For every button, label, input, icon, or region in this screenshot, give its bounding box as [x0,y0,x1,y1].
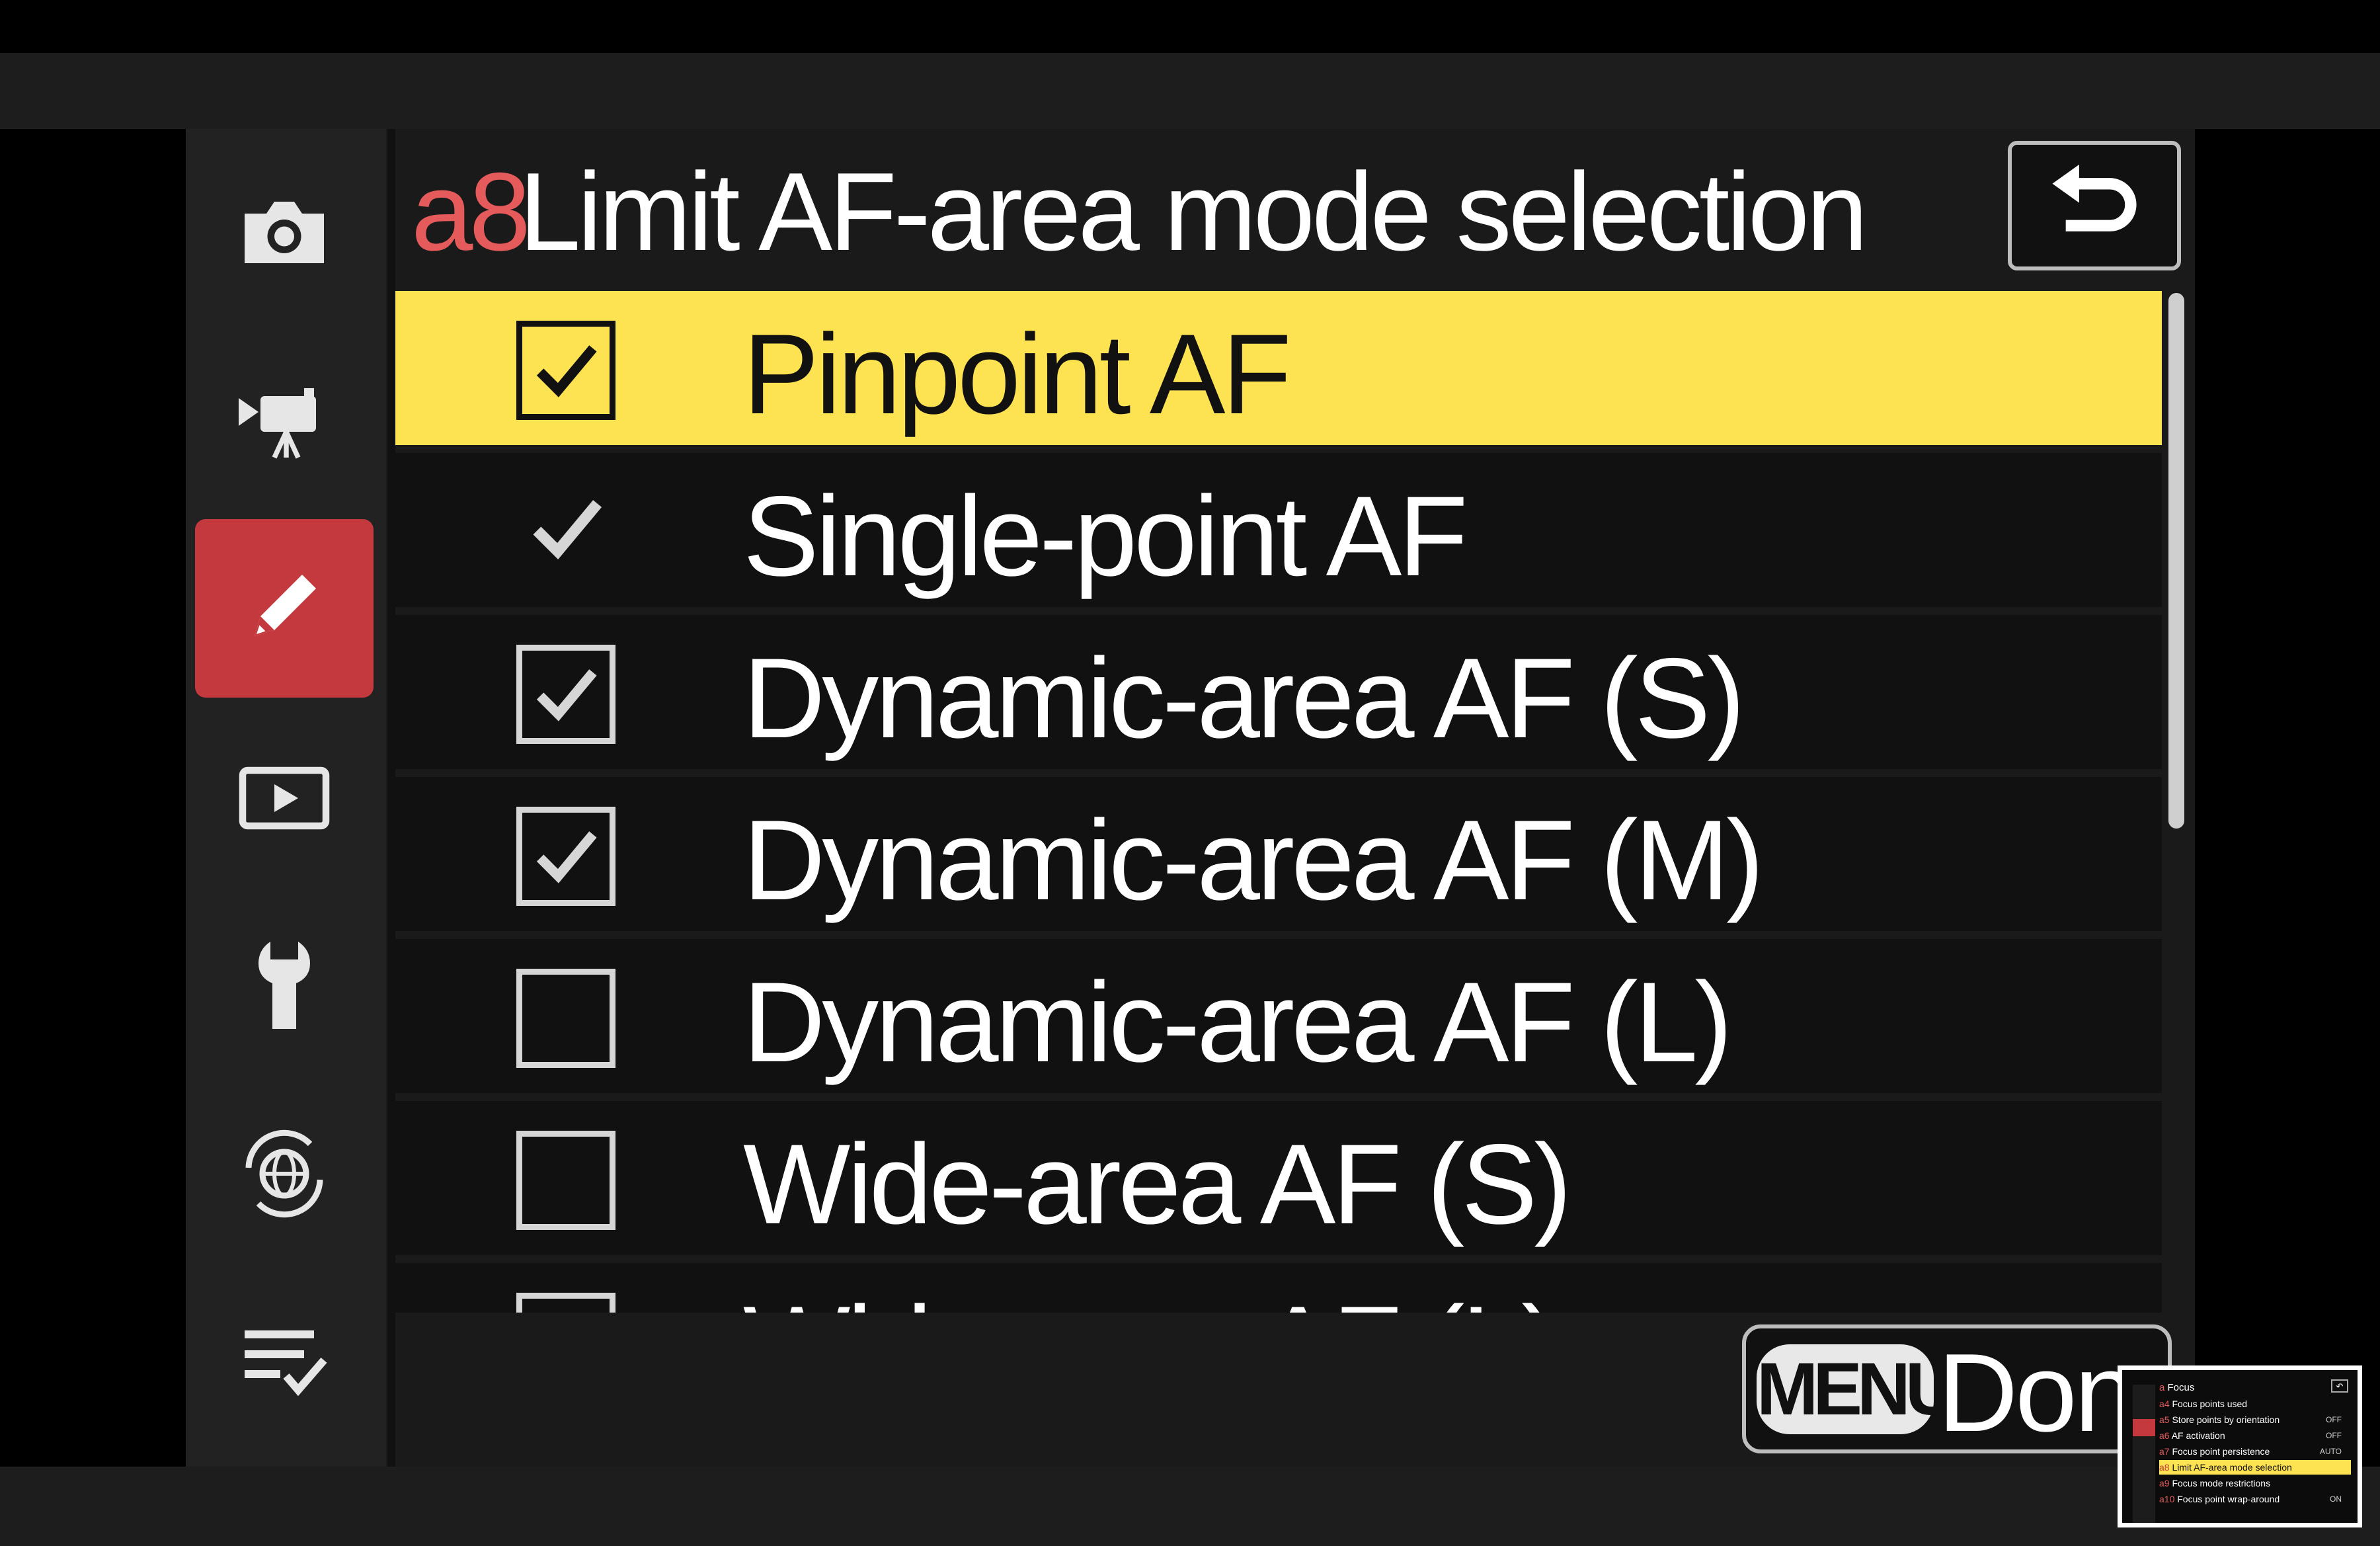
list-item-label: Single-point AF [743,473,1468,600]
thumbnail-row-code: a6 [2159,1430,2170,1441]
top-bezel [0,53,2380,129]
back-button[interactable] [2008,141,2181,270]
thumbnail-row-label: Focus point persistence [2172,1446,2270,1457]
return-arrow-icon [2052,164,2137,231]
menu-item-code: a8 [411,149,531,274]
tab-custom-settings[interactable] [195,519,374,698]
check-icon [536,669,597,721]
top-letterbox [0,0,2380,53]
thumbnail-row-label: Focus points used [2172,1399,2248,1409]
network-globe-icon [245,1129,323,1218]
checkbox[interactable] [516,1131,615,1230]
bottom-bezel [0,1467,2380,1546]
checkbox[interactable] [516,1293,615,1313]
thumbnail-row: a7 Focus point persistence AUTO [2159,1444,2351,1459]
list-item-label: Wide-area AF (S) [743,1121,1572,1248]
movie-camera-icon [239,388,316,459]
thumbnail-row-label: Focus mode restrictions [2172,1478,2271,1488]
list-item-label: Dynamic-area AF (S) [743,635,1745,762]
thumbnail-header-title: Focus [2167,1382,2195,1393]
wrench-icon [258,942,310,1029]
scrollbar-thumb[interactable] [2168,293,2184,829]
list-item-dynamic-area-af-l[interactable]: Dynamic-area AF (L) [395,939,2162,1093]
thumbnail-row-value: ON [2330,1494,2342,1504]
list-item-dynamic-area-af-s[interactable]: Dynamic-area AF (S) [395,615,2162,769]
list-item-label: Dynamic-area AF (L) [743,959,1733,1086]
list-item-single-point-af[interactable]: Single-point AF [395,453,2162,607]
thumbnail-back-icon: ↶ [2331,1379,2348,1393]
pencil-icon [255,575,316,636]
tab-network[interactable] [195,1084,374,1263]
tab-setup[interactable] [195,896,374,1075]
tab-playback[interactable] [195,709,374,887]
thumbnail-active-tab [2133,1419,2155,1436]
list-item-dynamic-area-af-m[interactable]: Dynamic-area AF (M) [395,777,2162,931]
checkbox[interactable] [516,969,615,1068]
thumbnail-row-code: a9 [2159,1478,2170,1488]
thumbnail-row-code: a10 [2159,1494,2175,1504]
checkbox[interactable] [516,321,615,420]
thumbnail-row-selected: a8 Limit AF-area mode selection [2159,1460,2351,1475]
focus-menu-thumbnail: a Focus ↶ a4 Focus points used a5 Store … [2118,1365,2362,1527]
check-icon [536,345,597,397]
thumbnail-row-label: Store points by orientation [2172,1414,2280,1425]
menu-key-label: MENU [1757,1344,1959,1434]
thumbnail-row-value: OFF [2326,1431,2342,1440]
thumbnail-header: a Focus [2159,1382,2194,1393]
check-icon [536,831,597,883]
list-item-wide-area-af-s[interactable]: Wide-area AF (S) [395,1101,2162,1255]
page-title: Limit AF-area mode selection [519,149,1868,274]
thumbnail-row: a10 Focus point wrap-around ON [2159,1492,2351,1506]
thumbnail-row: a4 Focus points used [2159,1397,2351,1411]
list-item-label: Pinpoint AF [743,311,1292,438]
thumbnail-row: a5 Store points by orientation OFF [2159,1412,2351,1427]
my-menu-icon [245,1330,327,1397]
thumbnail-row-value: OFF [2326,1415,2342,1424]
thumbnail-row-code: a5 [2159,1414,2170,1425]
list-item-wide-area-af-l[interactable]: Wide-area AF (L) [395,1263,2162,1313]
playback-icon [239,766,330,830]
fixed-check-icon [533,500,602,560]
list-item-pinpoint-af[interactable]: Pinpoint AF [395,291,2162,445]
thumbnail-sidebar [2133,1385,2155,1523]
thumbnail-row-label: Limit AF-area mode selection [2172,1462,2292,1473]
thumbnail-row-code: a7 [2159,1446,2170,1457]
thumbnail-row-label: Focus point wrap-around [2177,1494,2280,1504]
thumbnail-header-code: a [2159,1382,2165,1393]
thumbnail-row-code: a8 [2159,1462,2170,1473]
tab-movie-recording[interactable] [195,331,374,509]
done-button[interactable]: MENU Done [1742,1324,2172,1453]
camera-icon [245,202,324,263]
af-area-mode-list: Pinpoint AF Single-point AF Dynamic-area… [395,291,2162,1313]
list-item-label: Dynamic-area AF (M) [743,797,1764,924]
thumbnail-row: a9 Focus mode restrictions [2159,1476,2351,1490]
thumbnail-row-code: a4 [2159,1399,2170,1409]
checkbox[interactable] [516,645,615,744]
tab-my-menu[interactable] [195,1273,374,1451]
thumbnail-row-label: AF activation [2171,1430,2225,1441]
thumbnail-row: a6 AF activation OFF [2159,1428,2351,1443]
list-item-label: Wide-area AF (L) [743,1280,1559,1313]
checkbox[interactable] [516,807,615,906]
sidebar-divider [387,129,395,1467]
tab-photo-shooting[interactable] [195,142,374,321]
thumbnail-row-value: AUTO [2319,1447,2342,1456]
